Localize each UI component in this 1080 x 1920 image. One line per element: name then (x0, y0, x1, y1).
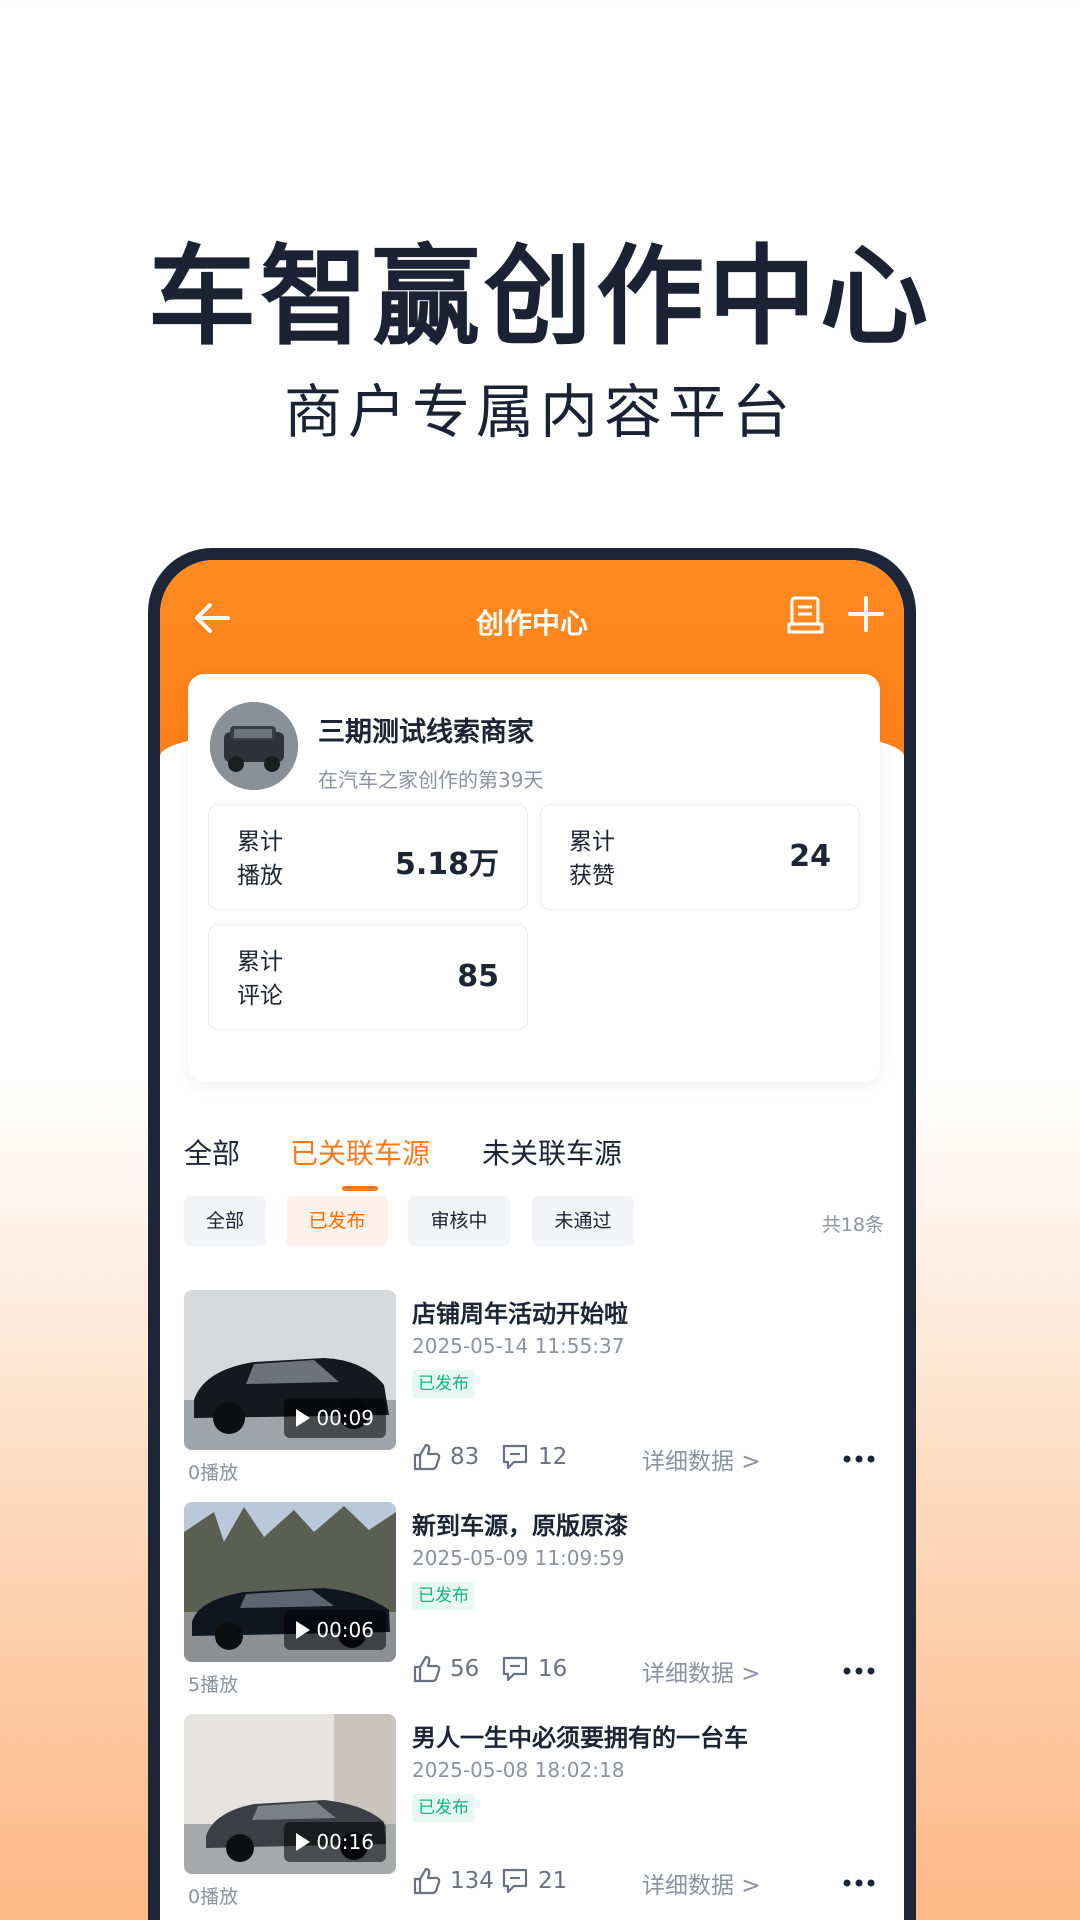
detail-data-link[interactable]: 详细数据 > (642, 1866, 761, 1900)
video-time: 2025-05-09 11:09:59 (412, 1546, 625, 1570)
comment-count: 16 (538, 1656, 568, 1682)
promo-subtitle: 商户专属内容平台 (283, 378, 796, 446)
comment-icon (502, 1868, 528, 1894)
detail-data-link[interactable]: 详细数据 > (642, 1654, 761, 1688)
play-icon (296, 1621, 311, 1639)
thumb-up-icon (413, 1443, 441, 1471)
filter-reviewing[interactable]: 审核中 (408, 1196, 510, 1246)
video-title: 店铺周年活动开始啦 (412, 1300, 628, 1328)
list-item[interactable]: 00:09 0播放 店铺周年活动开始啦 2025-05-14 11:55:37 … (184, 1290, 884, 1500)
video-thumbnail[interactable]: 00:09 (184, 1290, 396, 1450)
stat-total-plays[interactable]: 累计播放 5.18万 (208, 804, 528, 910)
duration-text: 00:16 (316, 1830, 374, 1854)
comment-icon (502, 1656, 528, 1682)
list-item[interactable]: 00:16 0播放 男人一生中必须要拥有的一台车 2025-05-08 18:0… (184, 1714, 884, 1920)
video-time: 2025-05-08 18:02:18 (412, 1758, 625, 1782)
like-count: 83 (450, 1444, 480, 1470)
video-title: 男人一生中必须要拥有的一台车 (412, 1724, 748, 1752)
comment-button[interactable]: 12 (500, 1442, 567, 1472)
tab-underline (342, 1186, 378, 1191)
more-icon[interactable] (842, 1666, 876, 1676)
like-count: 134 (450, 1868, 494, 1894)
duration-text: 00:09 (316, 1406, 374, 1430)
avatar (210, 702, 298, 790)
filter-all[interactable]: 全部 (184, 1196, 266, 1246)
video-duration: 00:06 (284, 1610, 386, 1650)
stat-total-likes[interactable]: 累计获赞 24 (540, 804, 860, 910)
play-count: 5播放 (188, 1674, 239, 1696)
tab-all[interactable]: 全部 (184, 1132, 240, 1172)
comment-count: 12 (538, 1444, 568, 1470)
profile-card: 三期测试线索商家 在汽车之家创作的第39天 累计播放 5.18万 累计获赞 24… (188, 674, 880, 1082)
like-button[interactable]: 56 (412, 1654, 479, 1684)
more-icon[interactable] (842, 1454, 876, 1464)
video-title: 新到车源，原版原漆 (412, 1512, 628, 1540)
stat-label: 累计播放 (237, 829, 283, 889)
comment-button[interactable]: 21 (500, 1866, 567, 1896)
stat-total-comments[interactable]: 累计评论 85 (208, 924, 528, 1030)
status-badge: 已发布 (412, 1582, 475, 1610)
more-icon[interactable] (842, 1878, 876, 1888)
tab-unlinked-cars[interactable]: 未关联车源 (482, 1132, 622, 1172)
stat-label: 累计获赞 (569, 829, 615, 889)
comment-icon (502, 1444, 528, 1470)
like-button[interactable]: 134 (412, 1866, 494, 1896)
filter-published[interactable]: 已发布 (286, 1196, 388, 1246)
video-duration: 00:16 (284, 1822, 386, 1862)
play-icon (296, 1409, 311, 1427)
merchant-name: 三期测试线索商家 (318, 717, 534, 748)
video-duration: 00:09 (284, 1398, 386, 1438)
video-thumbnail[interactable]: 00:06 (184, 1502, 396, 1662)
like-count: 56 (450, 1656, 480, 1682)
video-thumbnail[interactable]: 00:16 (184, 1714, 396, 1874)
status-badge: 已发布 (412, 1794, 475, 1822)
phone-frame: 创作中心 三期测试线索商家 在汽车之家创作的第39天 累计播放 5.18万 累计… (148, 548, 916, 1920)
total-count: 共18条 (821, 1214, 884, 1236)
stat-value: 24 (789, 839, 831, 874)
creation-days: 在汽车之家创作的第39天 (318, 768, 544, 792)
thumb-up-icon (413, 1867, 441, 1895)
play-count: 0播放 (188, 1886, 239, 1908)
detail-data-link[interactable]: 详细数据 > (642, 1442, 761, 1476)
play-count: 0播放 (188, 1462, 239, 1484)
plus-icon[interactable] (846, 594, 886, 634)
tab-linked-cars[interactable]: 已关联车源 (290, 1132, 430, 1172)
app-screen: 创作中心 三期测试线索商家 在汽车之家创作的第39天 累计播放 5.18万 累计… (160, 560, 904, 1920)
filter-rejected[interactable]: 未通过 (532, 1196, 634, 1246)
comment-count: 21 (538, 1868, 568, 1894)
like-button[interactable]: 83 (412, 1442, 479, 1472)
play-icon (296, 1833, 311, 1851)
list-item[interactable]: 00:06 5播放 新到车源，原版原漆 2025-05-09 11:09:59 … (184, 1502, 884, 1712)
stat-value: 5.18万 (394, 847, 499, 882)
stat-value: 85 (457, 959, 499, 994)
video-time: 2025-05-14 11:55:37 (412, 1334, 625, 1358)
duration-text: 00:06 (316, 1618, 374, 1642)
comment-button[interactable]: 16 (500, 1654, 567, 1684)
draft-box-icon[interactable] (786, 594, 828, 636)
stat-label: 累计评论 (237, 949, 283, 1009)
thumb-up-icon (413, 1655, 441, 1683)
promo-title: 车智赢创作中心 (147, 235, 932, 360)
status-badge: 已发布 (412, 1370, 475, 1398)
